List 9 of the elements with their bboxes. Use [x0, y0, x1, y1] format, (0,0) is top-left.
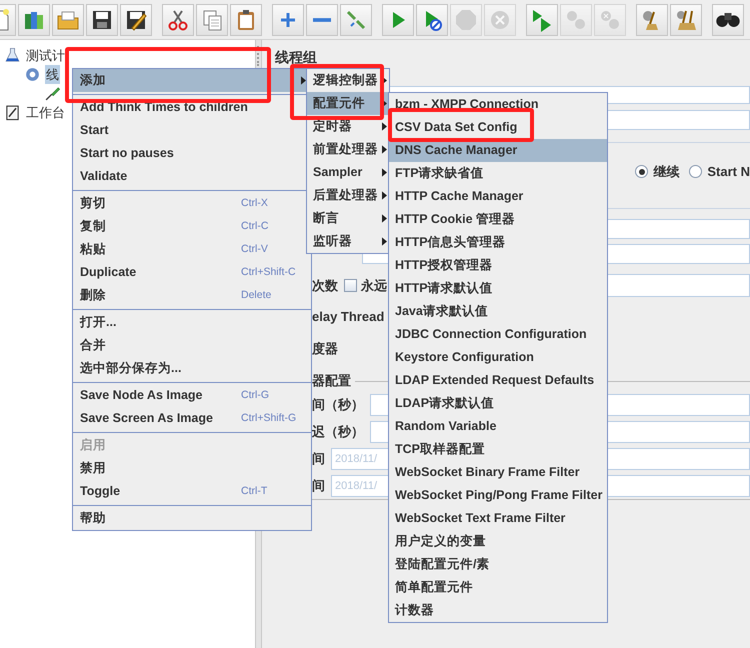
field-label: 迟（秒） [312, 423, 364, 442]
field-label: elay Thread [312, 308, 384, 326]
group-title: 器配置 [312, 372, 351, 390]
field-label: 间 [312, 477, 325, 496]
field-label: 次数 [312, 276, 338, 295]
panel-title: 线程组 [275, 49, 317, 65]
field-label: 间 [312, 450, 325, 468]
checkbox-label: 度器 [312, 340, 338, 358]
field-label: 间（秒） [312, 396, 364, 414]
